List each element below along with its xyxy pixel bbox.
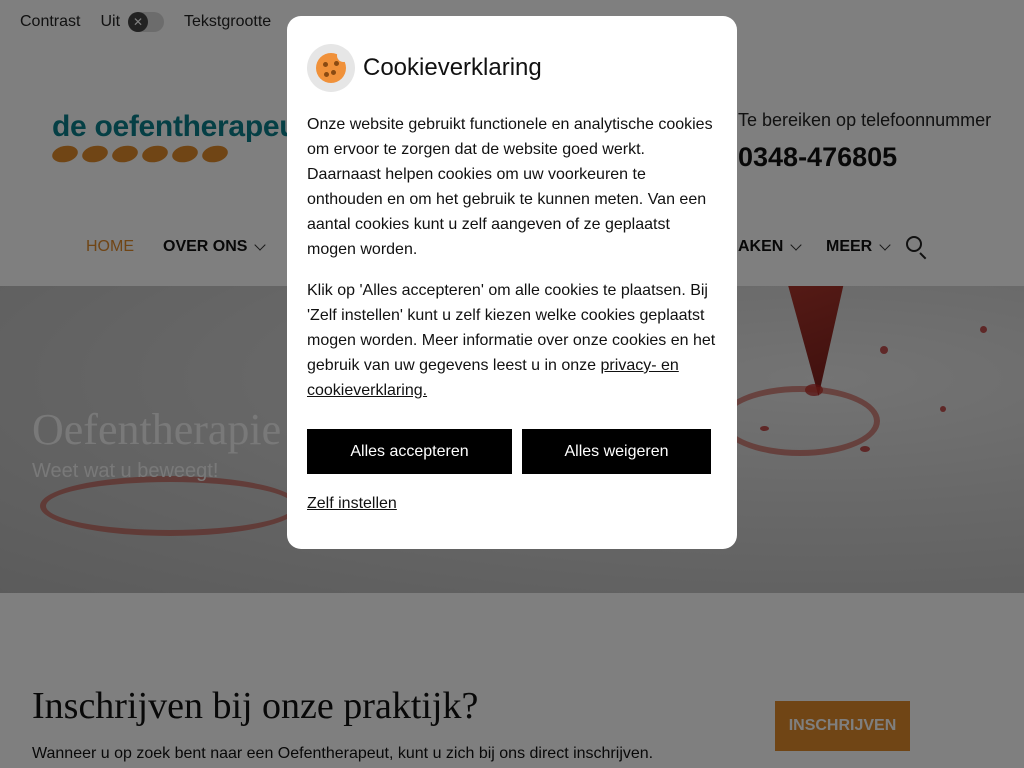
dialog-actions: Alles accepteren Alles weigeren bbox=[307, 429, 717, 474]
dialog-paragraph: Onze website gebruikt functionele en ana… bbox=[307, 116, 713, 258]
dialog-paragraph: Klik op 'Alles accepteren' om alle cooki… bbox=[307, 278, 717, 403]
dialog-header: Cookieverklaring bbox=[307, 44, 717, 92]
customize-cookies-link[interactable]: Zelf instellen bbox=[307, 495, 397, 513]
accept-all-button[interactable]: Alles accepteren bbox=[307, 429, 512, 474]
cookie-consent-dialog: Cookieverklaring Onze website gebruikt f… bbox=[287, 16, 737, 549]
cookie-icon bbox=[307, 44, 355, 92]
dialog-title: Cookieverklaring bbox=[363, 54, 542, 81]
reject-all-button[interactable]: Alles weigeren bbox=[522, 429, 711, 474]
